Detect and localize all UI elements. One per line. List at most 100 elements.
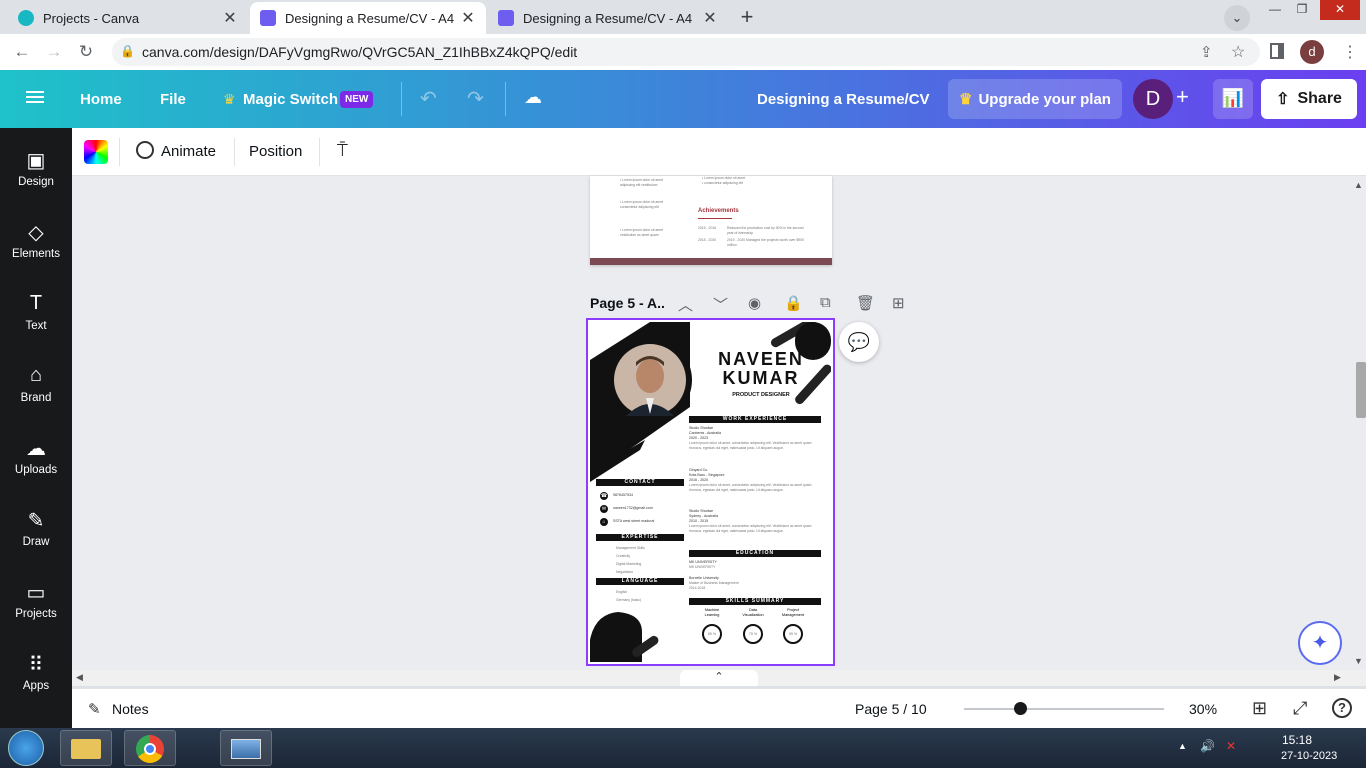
help-icon[interactable]: ?	[1332, 698, 1352, 718]
chevron-up-icon[interactable]: ︿	[678, 294, 693, 315]
tab-title: Designing a Resume/CV - A4	[285, 10, 454, 26]
sidebar-item-uploads[interactable]: ☁ Uploads	[0, 416, 72, 488]
sidebar-item-label: Design	[18, 176, 54, 188]
lock-icon: 🔒	[120, 44, 135, 58]
bookmark-star-icon[interactable]: ☆	[1231, 42, 1245, 62]
text-icon: T	[29, 292, 43, 314]
zoom-percentage[interactable]: 30%	[1189, 701, 1217, 717]
divider	[401, 82, 402, 116]
sidebar-item-apps[interactable]: ⠿ Apps	[0, 632, 72, 704]
tab-search-icon[interactable]: ⌄	[1224, 5, 1250, 31]
projects-icon: ▭	[26, 582, 46, 604]
duplicate-page-icon[interactable]: ⧉	[820, 294, 831, 311]
reload-icon[interactable]: ↻	[75, 42, 97, 64]
tray-overflow-icon[interactable]: ▲	[1178, 741, 1187, 751]
back-icon[interactable]: ←	[11, 42, 33, 64]
insights-chart-icon[interactable]: 📊	[1213, 79, 1253, 119]
browser-tab-projects[interactable]: Projects - Canva ✕	[8, 2, 248, 34]
close-tab-icon[interactable]: ✕	[460, 8, 476, 28]
selected-page[interactable]: NAVEEN KUMAR PRODUCT DESIGNER WORK EXPER…	[586, 318, 835, 666]
paint-roller-icon[interactable]: ⍑	[337, 140, 348, 161]
add-comment-button[interactable]: 💬	[839, 322, 879, 362]
chevron-down-icon[interactable]: ﹀	[713, 294, 728, 315]
canva-favicon-icon	[18, 10, 34, 26]
notes-button[interactable]: Notes	[112, 701, 149, 717]
minimize-icon[interactable]: —	[1262, 0, 1288, 20]
window-close-icon[interactable]: ✕	[1320, 0, 1360, 20]
close-tab-icon[interactable]: ✕	[222, 8, 238, 28]
url-text[interactable]: canva.com/design/DAFyVgmgRwo/QVrGC5AN_Z1…	[142, 44, 577, 60]
sidebar-item-projects[interactable]: ▭ Projects	[0, 560, 72, 632]
hide-page-icon[interactable]: ◉	[748, 294, 761, 312]
sidebar-item-draw[interactable]: ✎ Draw	[0, 488, 72, 560]
skill-ring: 95 %	[783, 624, 803, 644]
lock-icon[interactable]: 🔒	[784, 294, 803, 312]
magic-switch-button[interactable]: Magic Switch	[243, 91, 338, 108]
restore-icon[interactable]: ❐	[1289, 0, 1315, 20]
chrome-icon[interactable]	[124, 730, 176, 766]
browser-tab-resume[interactable]: Designing a Resume/CV - A4 ✕	[488, 2, 728, 34]
close-tab-icon[interactable]: ✕	[702, 8, 718, 28]
share-page-icon[interactable]: ⇪	[1200, 43, 1213, 61]
volume-icon[interactable]: 🔊	[1200, 739, 1215, 753]
hamburger-menu-icon[interactable]	[26, 88, 44, 108]
zoom-slider[interactable]	[964, 708, 1164, 710]
scroll-right-icon[interactable]: ▶	[1334, 672, 1341, 683]
fullscreen-icon[interactable]: ⤢	[1293, 698, 1307, 719]
forward-icon[interactable]: →	[43, 42, 65, 64]
new-tab-button[interactable]: +	[733, 4, 761, 32]
clock-time[interactable]: 15:18	[1282, 733, 1312, 747]
animate-button[interactable]: Animate	[161, 143, 216, 160]
redo-icon[interactable]: ↷	[467, 86, 484, 111]
clock-date[interactable]: 27-10-2023	[1281, 750, 1337, 762]
sidebar-item-elements[interactable]: ◇ Elements	[0, 200, 72, 272]
sidebar-item-design[interactable]: ▣ Design	[0, 128, 72, 200]
zoom-slider-handle[interactable]	[1014, 702, 1027, 715]
brand-icon: ⌂	[29, 364, 43, 386]
sidebar-item-text[interactable]: T Text	[0, 272, 72, 344]
scroll-up-icon[interactable]: ▲	[1354, 180, 1363, 190]
home-address-icon: ⌂	[600, 518, 608, 526]
sidebar-item-brand[interactable]: ⌂ Brand	[0, 344, 72, 416]
scroll-down-icon[interactable]: ▼	[1354, 656, 1363, 666]
grid-view-icon[interactable]: ⊞	[1252, 698, 1267, 719]
scroll-left-icon[interactable]: ◀	[76, 672, 83, 683]
start-button-icon[interactable]	[8, 730, 44, 766]
user-avatar[interactable]: D	[1133, 79, 1173, 119]
share-label: Share	[1297, 90, 1342, 107]
delete-page-icon[interactable]: 🗑	[856, 294, 875, 312]
network-icon[interactable]: ✕	[1226, 739, 1236, 753]
horizontal-scrollbar[interactable]: ◀ ▶ ⌃	[72, 670, 1366, 686]
magic-assistant-button[interactable]: ✦	[1298, 621, 1342, 665]
upgrade-plan-button[interactable]: ♛ Upgrade your plan	[948, 79, 1122, 119]
education-heading: EDUCATION	[689, 550, 821, 557]
cloud-saved-icon[interactable]: ☁	[524, 87, 542, 108]
language-heading: LANGUAGE	[596, 578, 684, 585]
vertical-scrollbar[interactable]	[1356, 362, 1366, 418]
page-indicator[interactable]: Page 5 / 10	[855, 701, 927, 717]
add-collaborator-icon[interactable]: +	[1176, 84, 1189, 110]
previous-page-preview[interactable]: • Lorem ipsum dolor sit amet adipiscing e…	[590, 176, 832, 265]
side-panel-icon[interactable]	[1270, 43, 1284, 59]
profile-avatar[interactable]: d	[1300, 40, 1324, 64]
browser-menu-icon[interactable]: ⋮	[1342, 42, 1358, 62]
file-explorer-icon[interactable]	[60, 730, 112, 766]
sidebar-item-label: Projects	[15, 608, 57, 620]
show-pages-chevron-icon[interactable]: ⌃	[680, 670, 758, 686]
page-title[interactable]: Page 5 - A..	[590, 295, 665, 311]
color-picker-swatch[interactable]	[84, 140, 108, 164]
home-button[interactable]: Home	[80, 91, 122, 108]
add-page-icon[interactable]: ⊞	[892, 294, 905, 312]
file-menu-button[interactable]: File	[160, 91, 186, 108]
tab-title: Projects - Canva	[43, 10, 140, 26]
undo-icon[interactable]: ↶	[420, 86, 437, 111]
apps-icon: ⠿	[28, 654, 44, 676]
share-button[interactable]: ⇧ Share	[1261, 79, 1357, 119]
photo-viewer-icon[interactable]	[220, 730, 272, 766]
sidebar-item-label: Draw	[22, 536, 50, 548]
language-list: English Germany (basic)	[616, 588, 641, 604]
document-title[interactable]: Designing a Resume/CV	[757, 91, 930, 108]
browser-tab-resume-active[interactable]: Designing a Resume/CV - A4 ✕	[250, 2, 486, 34]
position-button[interactable]: Position	[249, 143, 302, 160]
divider	[505, 82, 506, 116]
